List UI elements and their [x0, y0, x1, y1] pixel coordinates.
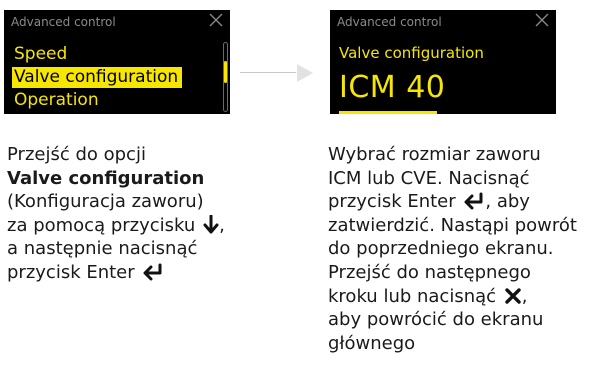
- menu-item-valve-configuration[interactable]: Valve configuration: [12, 67, 183, 88]
- scroll-thumb[interactable]: [224, 61, 227, 83]
- instruction-text: za pomocą przycisku: [7, 214, 196, 236]
- close-icon[interactable]: [535, 13, 549, 27]
- flow-arrow-icon: [297, 64, 313, 82]
- instruction-text: przycisk Enter: [7, 261, 135, 283]
- screen-title: Advanced control: [11, 15, 116, 29]
- instruction-line: (Konfiguracja zaworu): [7, 191, 204, 213]
- instruction-line-with-icon: za pomocą przycisku ,: [7, 214, 287, 238]
- menu-item-speed[interactable]: Speed: [12, 44, 71, 65]
- instruction-line-with-icon: przycisk Enter: [7, 261, 287, 285]
- valve-size-value[interactable]: ICM 40: [339, 70, 445, 105]
- instruction-line: Wybrać rozmiar zaworu: [328, 144, 541, 165]
- screen-subtitle: Valve configuration: [339, 44, 484, 62]
- instruction-line: Przejść do opcji: [7, 144, 146, 165]
- scrollbar[interactable]: [223, 42, 228, 112]
- instruction-line: a następnie nacisnąć: [7, 238, 198, 260]
- down-arrow-icon: [203, 214, 219, 234]
- display-screen-valve-config: Advanced control Valve configuration ICM…: [330, 10, 556, 114]
- instruction-line: Przejść do następnego: [328, 261, 531, 283]
- instruction-punct: ,: [521, 285, 528, 307]
- instruction-line: do poprzedniego ekranu.: [328, 238, 554, 260]
- flow-connector-line: [240, 72, 296, 73]
- instruction-line-with-icon: kroku lub nacisnąć ,: [328, 285, 611, 309]
- instruction-punct: ,: [219, 214, 225, 236]
- instruction-text: kroku lub nacisnąć: [328, 285, 497, 307]
- instructions-step-2: Wybrać rozmiar zaworu ICM lub CVE. Nacis…: [328, 143, 611, 355]
- screen-title: Advanced control: [337, 15, 442, 29]
- instruction-line: aby powrócić do ekranu: [328, 309, 544, 331]
- instructions-step-1: Przejść do opcji Valve configuration (Ko…: [7, 143, 287, 285]
- instruction-line: głównego: [328, 332, 416, 354]
- enter-icon: [143, 263, 162, 281]
- value-selection-bar: [339, 111, 437, 114]
- menu-item-operation[interactable]: Operation: [12, 90, 103, 111]
- x-icon: [505, 287, 521, 304]
- close-icon[interactable]: [209, 13, 223, 27]
- enter-icon: [464, 192, 483, 210]
- instruction-text: , aby: [485, 191, 530, 213]
- instruction-text: przycisk Enter: [328, 191, 456, 213]
- instruction-line: zatwierdzić. Nastąpi powrót: [328, 214, 577, 236]
- display-screen-menu: Advanced control Speed Valve configurati…: [4, 10, 230, 114]
- instruction-line: ICM lub CVE. Nacisnąć: [328, 167, 530, 189]
- instruction-line-with-icon: przycisk Enter , aby: [328, 190, 611, 214]
- instruction-bold-term: Valve configuration: [7, 167, 205, 189]
